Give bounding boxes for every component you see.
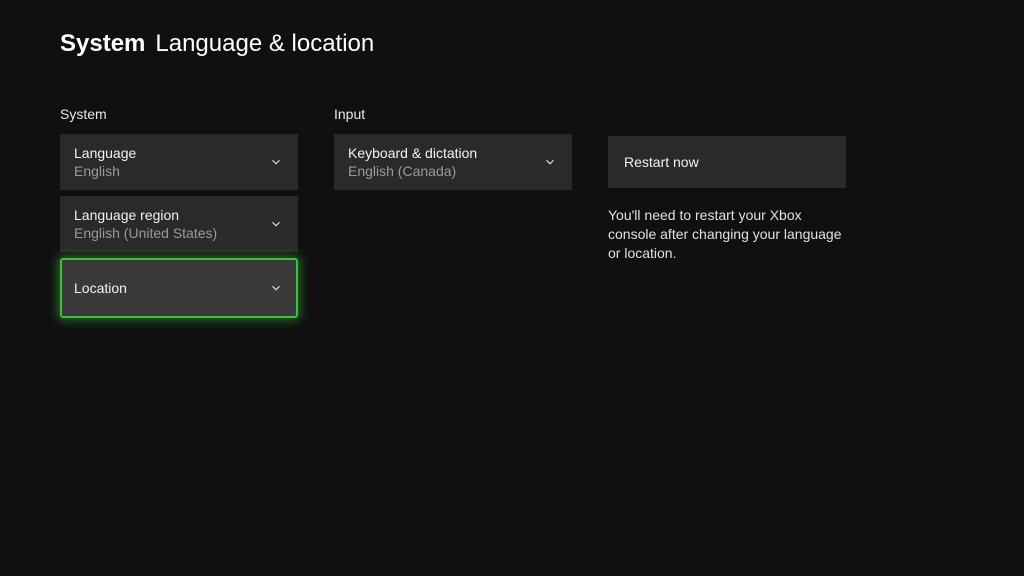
language-dropdown[interactable]: Language English [60, 134, 298, 190]
restart-now-button[interactable]: Restart now [608, 136, 846, 188]
location-dropdown[interactable]: Location [60, 258, 298, 318]
language-region-value: English (United States) [74, 224, 217, 242]
language-label: Language [74, 144, 136, 162]
keyboard-value: English (Canada) [348, 162, 477, 180]
header-title: Language & location [155, 30, 374, 58]
restart-note: You'll need to restart your Xbox console… [608, 206, 846, 263]
chevron-down-icon [268, 216, 284, 232]
section-label-input: Input [334, 106, 572, 122]
chevron-down-icon [268, 280, 284, 296]
chevron-down-icon [542, 154, 558, 170]
column-input: Input Keyboard & dictation English (Cana… [334, 106, 572, 324]
column-action: Restart now You'll need to restart your … [608, 106, 846, 324]
section-label-system: System [60, 106, 298, 122]
page-header: System Language & location [60, 30, 964, 58]
language-value: English [74, 162, 136, 180]
language-region-dropdown[interactable]: Language region English (United States) [60, 196, 298, 252]
keyboard-dictation-dropdown[interactable]: Keyboard & dictation English (Canada) [334, 134, 572, 190]
spacer [608, 106, 846, 124]
column-system: System Language English Language region … [60, 106, 298, 324]
keyboard-label: Keyboard & dictation [348, 144, 477, 162]
header-prefix: System [60, 30, 145, 58]
restart-now-label: Restart now [624, 154, 699, 170]
location-label: Location [74, 279, 127, 297]
language-region-label: Language region [74, 206, 217, 224]
chevron-down-icon [268, 154, 284, 170]
